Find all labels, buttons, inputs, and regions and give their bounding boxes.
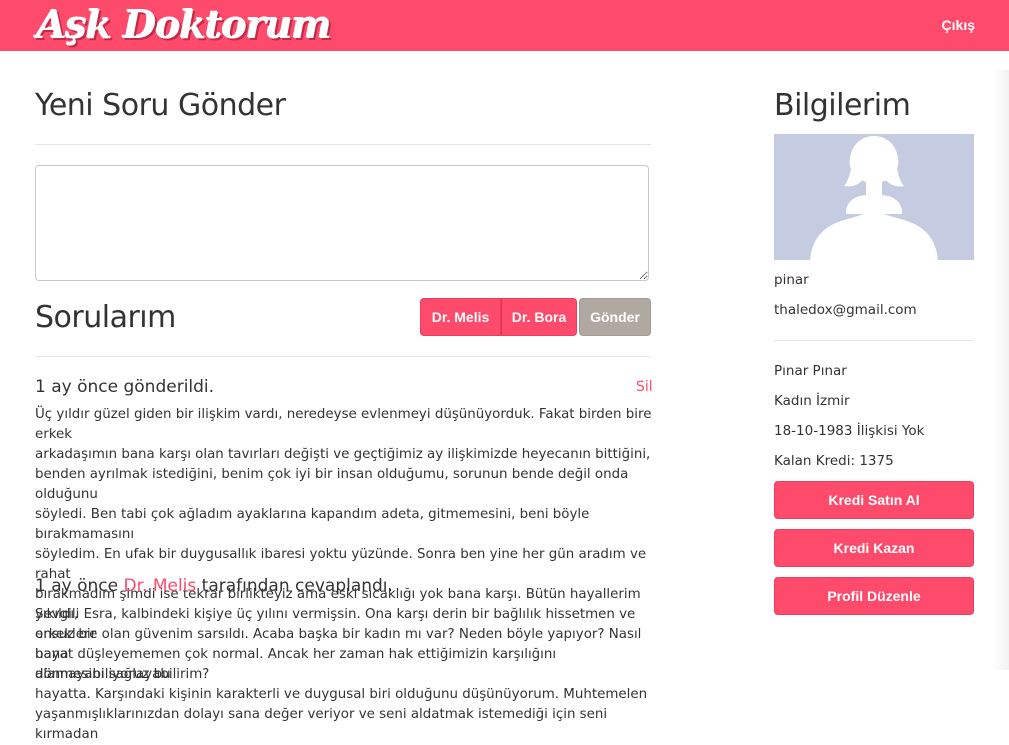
female-silhouette-icon [810, 136, 938, 260]
answer-meta: 1 ay önce Dr. Melis tarafından cevapland… [35, 576, 393, 596]
profile-gender-city: Kadın İzmir [774, 393, 850, 409]
answer-suffix: tarafından cevaplandı. [201, 576, 393, 596]
answer-line: Sevgili Esra, kalbindeki kişiye üç yılın… [35, 607, 636, 642]
page-edge-shadow [992, 70, 1009, 670]
question-line: arkadaşımın bana karşı olan tavırları de… [35, 447, 651, 462]
profile-full-name: Pınar Pınar [774, 363, 847, 379]
answer-doctor-link[interactable]: Dr. Melis [124, 576, 197, 596]
profile-birth-status: 18-10-1983 İlişkisi Yok [774, 423, 925, 439]
top-navbar: Aşk Doktorum Çıkış [0, 0, 1009, 51]
my-questions-title: Sorularım [35, 300, 176, 335]
profile-username: pinar [774, 272, 809, 288]
question-sent-time: 1 ay önce gönderildi. [35, 377, 215, 397]
delete-question-link[interactable]: Sil [636, 379, 653, 395]
profile-info-title: Bilgilerim [774, 88, 911, 123]
buy-credit-button[interactable]: Kredi Satın Al [774, 481, 974, 519]
profile-email: thaledox@gmail.com [774, 302, 917, 318]
question-line: Üç yıldır güzel giden bir ilişkim vardı,… [35, 407, 652, 442]
answer-time: 1 ay önce [35, 576, 119, 596]
logout-link[interactable]: Çıkış [942, 17, 975, 33]
earn-credit-button[interactable]: Kredi Kazan [774, 529, 974, 567]
doctor-button-bora[interactable]: Dr. Bora [501, 298, 577, 336]
doctor-button-melis[interactable]: Dr. Melis [420, 298, 501, 336]
doctor-select-group: Dr. Melis Dr. Bora [420, 298, 577, 336]
new-question-title: Yeni Soru Gönder [35, 88, 286, 123]
avatar [774, 134, 974, 260]
answer-line: hayat düşleyememen çok normal. Ancak her… [35, 647, 557, 682]
divider [35, 356, 651, 357]
question-line: söyledi. Ben tabi çok ağladım ayaklarına… [35, 507, 590, 542]
profile-credit: Kalan Kredi: 1375 [774, 453, 894, 469]
edit-profile-button[interactable]: Profil Düzenle [774, 577, 974, 615]
answer-line: hayatta. Karşındaki kişinin karakterli v… [35, 687, 648, 702]
question-textarea[interactable] [35, 165, 649, 281]
answer-line: yaşanmışlıklarınızdan dolayı sana değer … [35, 707, 608, 742]
site-logo[interactable]: Aşk Doktorum [37, 6, 332, 44]
send-button[interactable]: Gönder [579, 298, 651, 336]
answer-body: Sevgili Esra, kalbindeki kişiye üç yılın… [35, 605, 655, 745]
divider [35, 144, 651, 145]
divider [774, 340, 974, 341]
question-line: benden ayrılmak istediğini, benim çok iy… [35, 467, 629, 502]
